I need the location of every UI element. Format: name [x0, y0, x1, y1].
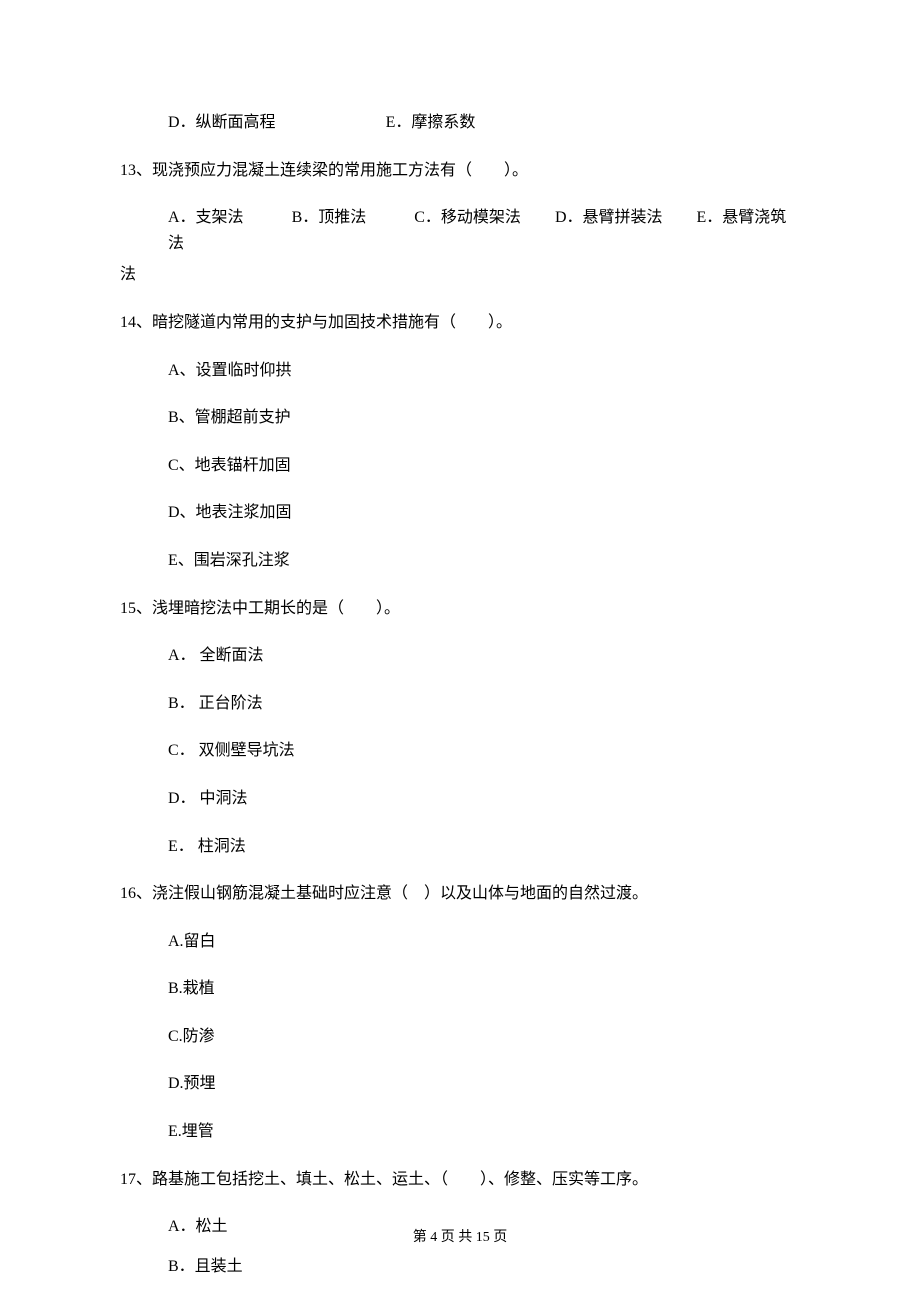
question-17: 17、路基施工包括挖土、填土、松土、运土、（ ）、修整、压实等工序。 A．松土 … [120, 1167, 800, 1280]
q16-option-e: E.埋管 [120, 1119, 800, 1145]
q16-option-a: A.留白 [120, 929, 800, 955]
q15-stem: 15、浅埋暗挖法中工期长的是（ ）。 [120, 596, 800, 622]
q12-option-d: D．纵断面高程 [168, 114, 276, 131]
question-14: 14、暗挖隧道内常用的支护与加固技术措施有（ ）。 A、设置临时仰拱 B、管棚超… [120, 310, 800, 574]
q13-stem: 13、现浇预应力混凝土连续梁的常用施工方法有（ ）。 [120, 158, 800, 184]
page-content: D．纵断面高程 E．摩擦系数 13、现浇预应力混凝土连续梁的常用施工方法有（ ）。… [0, 0, 920, 1279]
q15-option-d: D． 中洞法 [120, 786, 800, 812]
q12-option-e: E．摩擦系数 [386, 114, 476, 131]
q13-option-d: D．悬臂拼装法 [555, 209, 663, 226]
page-footer: 第 4 页 共 15 页 [0, 1226, 920, 1246]
q13-option-a: A．支架法 [168, 209, 244, 226]
q16-stem: 16、浇注假山钢筋混凝土基础时应注意（ ）以及山体与地面的自然过渡。 [120, 881, 800, 907]
q14-option-e: E、围岩深孔注浆 [120, 548, 800, 574]
q14-option-b: B、管棚超前支护 [120, 405, 800, 431]
q14-option-a: A、设置临时仰拱 [120, 358, 800, 384]
q16-option-b: B.栽植 [120, 976, 800, 1002]
q16-option-d: D.预埋 [120, 1071, 800, 1097]
q17-option-b: B．且装土 [120, 1254, 800, 1280]
q13-options-row: A．支架法B．顶推法C．移动模架法D．悬臂拼装法E．悬臂浇筑法 [120, 205, 800, 256]
q14-option-d: D、地表注浆加固 [120, 500, 800, 526]
q12-options-de: D．纵断面高程 E．摩擦系数 [120, 110, 800, 136]
question-16: 16、浇注假山钢筋混凝土基础时应注意（ ）以及山体与地面的自然过渡。 A.留白 … [120, 881, 800, 1145]
q15-option-b: B． 正台阶法 [120, 691, 800, 717]
q14-option-c: C、地表锚杆加固 [120, 453, 800, 479]
q13-option-c: C．移动模架法 [414, 209, 521, 226]
question-13: 13、现浇预应力混凝土连续梁的常用施工方法有（ ）。 A．支架法 B．顶推法 C．移… [120, 158, 800, 288]
q16-option-c: C.防渗 [120, 1024, 800, 1050]
question-15: 15、浅埋暗挖法中工期长的是（ ）。 A． 全断面法 B． 正台阶法 C． 双侧… [120, 596, 800, 860]
q15-option-a: A． 全断面法 [120, 643, 800, 669]
q13-wrap-tail: 法 [120, 262, 800, 288]
q15-option-e: E． 柱洞法 [120, 834, 800, 860]
q17-stem: 17、路基施工包括挖土、填土、松土、运土、（ ）、修整、压实等工序。 [120, 1167, 800, 1193]
q13-option-b: B．顶推法 [292, 209, 367, 226]
q14-stem: 14、暗挖隧道内常用的支护与加固技术措施有（ ）。 [120, 310, 800, 336]
q15-option-c: C． 双侧壁导坑法 [120, 738, 800, 764]
